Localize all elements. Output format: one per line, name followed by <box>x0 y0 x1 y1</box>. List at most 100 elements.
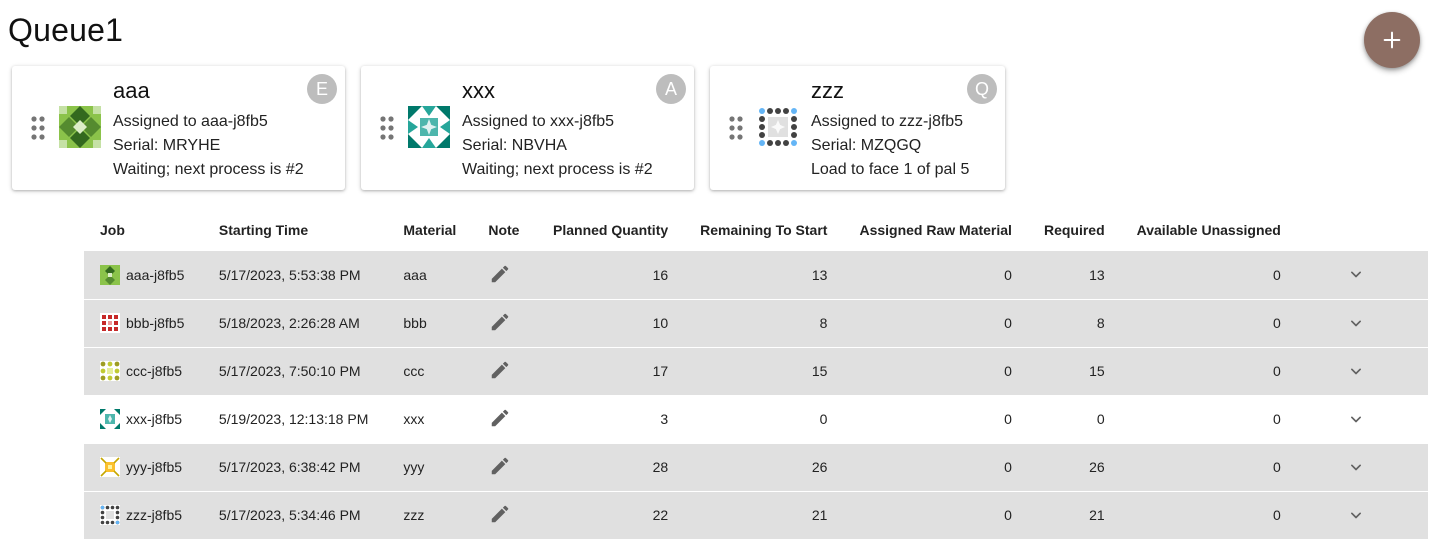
job-cell: aaa-j8fb5 <box>84 251 203 299</box>
yyy-job-quilt-icon <box>100 457 120 477</box>
material-card-aaa: aaa Assigned to aaa-j8fb5 Serial: MRYHE … <box>12 66 345 190</box>
starting-time-cell: 5/17/2023, 6:38:42 PM <box>202 443 388 491</box>
planned-quantity-cell: 22 <box>537 491 685 539</box>
required-cell: 13 <box>1027 251 1121 299</box>
chevron-down-icon <box>1351 271 1361 278</box>
job-name: ccc-j8fb5 <box>126 363 183 379</box>
expand-cell <box>1297 395 1428 443</box>
note-cell <box>472 443 538 491</box>
job-name: bbb-j8fb5 <box>126 315 185 331</box>
material-cell: xxx <box>403 411 425 427</box>
expand-cell <box>1296 491 1428 539</box>
card-name: aaa <box>113 78 150 103</box>
material-cell: bbb <box>387 299 473 347</box>
edit-note-button[interactable] <box>488 310 512 334</box>
job-cell: zzz-j8fb5 <box>84 491 203 539</box>
page-title: Queue1 <box>8 12 124 48</box>
expand-cell <box>1296 347 1428 395</box>
table-row[interactable]: xxx-j8fb5 5/19/2023, 12:13:18 PM xxx 3 0 0 0 0 <box>84 395 1428 443</box>
pencil-icon <box>492 409 509 427</box>
card-name: xxx <box>462 78 495 103</box>
expand-row-button[interactable] <box>1344 455 1368 479</box>
expand-row-button[interactable] <box>1344 407 1368 431</box>
card-serial: Serial: NBVHA <box>462 137 567 154</box>
available-unassigned-cell: 0 <box>1120 251 1297 299</box>
starting-time-cell: 5/18/2023, 2:26:28 AM <box>202 299 388 347</box>
remaining-to-start-cell: 13 <box>684 251 844 299</box>
assigned-raw-material-cell: 0 <box>843 299 1028 347</box>
expand-row-button[interactable] <box>1344 503 1368 527</box>
table-row[interactable]: yyy-j8fb5 5/17/2023, 6:38:42 PM yyy 28 26 0 26… <box>84 443 1428 491</box>
header-note[interactable]: Note <box>472 208 537 251</box>
add-button[interactable] <box>1364 12 1420 68</box>
card-status: Waiting; next process is #2 <box>113 161 304 178</box>
chevron-down-icon <box>1351 416 1361 422</box>
expand-cell <box>1296 299 1428 347</box>
drag-handle-icon[interactable] <box>729 116 743 140</box>
card-serial: Serial: MZQGQ <box>811 137 922 154</box>
card-badge: E <box>307 74 337 104</box>
zzz-job-quilt-icon <box>757 106 799 148</box>
card-badge: A <box>656 74 686 104</box>
chevron-down-icon <box>1351 368 1361 374</box>
required-cell: 8 <box>1027 299 1121 347</box>
job-cell: yyy-j8fb5 <box>84 443 203 491</box>
pencil-icon <box>492 265 509 282</box>
card-status: Waiting; next process is #2 <box>462 161 653 178</box>
edit-note-button[interactable] <box>488 358 512 382</box>
pencil-icon <box>492 361 509 379</box>
edit-note-button[interactable] <box>488 406 512 430</box>
drag-handle-icon[interactable] <box>31 116 45 140</box>
remaining-to-start-cell: 0 <box>819 411 828 427</box>
job-name: xxx-j8fb5 <box>126 411 183 427</box>
header-starting-time[interactable]: Starting Time <box>203 208 387 251</box>
required-cell: 26 <box>1027 443 1121 491</box>
planned-quantity-cell: 16 <box>537 251 685 299</box>
table-row[interactable]: bbb-j8fb5 5/18/2023, 2:26:28 AM bbb 10 8 0 8 0 <box>84 299 1428 347</box>
remaining-to-start-cell: 8 <box>684 299 844 347</box>
expand-cell <box>1296 443 1428 491</box>
note-cell <box>472 491 538 539</box>
header-required[interactable]: Required <box>1028 208 1121 251</box>
plus-icon <box>1383 31 1401 49</box>
header-job[interactable]: Job <box>84 208 203 251</box>
starting-time-cell: 5/17/2023, 5:34:46 PM <box>202 491 388 539</box>
header-assigned-raw-material[interactable]: Assigned Raw Material <box>843 208 1028 251</box>
card-badge: Q <box>967 74 997 104</box>
xxx-job-quilt-icon <box>100 409 120 429</box>
pencil-icon <box>492 505 509 523</box>
table-row[interactable]: aaa-j8fb5 5/17/2023, 5:53:38 PM aaa 16 13 0 13… <box>84 251 1428 299</box>
available-unassigned-cell: 0 <box>1120 443 1297 491</box>
job-name: aaa-j8fb5 <box>126 266 185 283</box>
starting-time-cell: 5/17/2023, 5:53:38 PM <box>202 251 388 299</box>
material-cell: zzz <box>387 491 473 539</box>
table-row[interactable]: ccc-j8fb5 5/17/2023, 7:50:10 PM ccc 17 15 0 15… <box>84 347 1428 395</box>
drag-handle-icon[interactable] <box>380 116 394 140</box>
expand-row-button[interactable] <box>1344 359 1368 383</box>
expand-row-button[interactable] <box>1344 311 1368 335</box>
header-material[interactable]: Material <box>387 208 472 251</box>
edit-note-button[interactable] <box>488 502 512 526</box>
available-unassigned-cell: 0 <box>1120 299 1297 347</box>
chevron-down-icon <box>1351 512 1361 518</box>
available-unassigned-cell: 0 <box>1120 491 1297 539</box>
remaining-to-start-cell: 15 <box>684 347 844 395</box>
ccc-job-quilt-icon <box>100 361 120 381</box>
expand-row-button[interactable] <box>1344 262 1368 286</box>
job-cell: xxx-j8fb5 <box>84 395 203 443</box>
header-available-unassigned[interactable]: Available Unassigned <box>1121 208 1297 251</box>
assigned-raw-material-cell: 0 <box>843 443 1028 491</box>
table-row[interactable]: zzz-j8fb5 5/17/2023, 5:34:46 PM zzz 22 21 0 21… <box>84 491 1428 539</box>
edit-note-button[interactable] <box>488 262 512 286</box>
card-assigned: Assigned to zzz-j8fb5 <box>811 113 964 130</box>
jobs-table: Job Starting Time Material Note Planned … <box>84 208 1428 540</box>
header-planned-quantity[interactable]: Planned Quantity <box>537 208 684 251</box>
assigned-raw-material-cell: 0 <box>843 347 1028 395</box>
edit-note-button[interactable] <box>488 454 512 478</box>
header-remaining-to-start[interactable]: Remaining To Start <box>684 208 843 251</box>
available-unassigned-cell: 0 <box>1273 411 1281 427</box>
material-cell: ccc <box>387 347 473 395</box>
planned-quantity-cell: 10 <box>537 299 685 347</box>
remaining-to-start-cell: 26 <box>684 443 844 491</box>
bbb-job-quilt-icon <box>100 313 120 333</box>
